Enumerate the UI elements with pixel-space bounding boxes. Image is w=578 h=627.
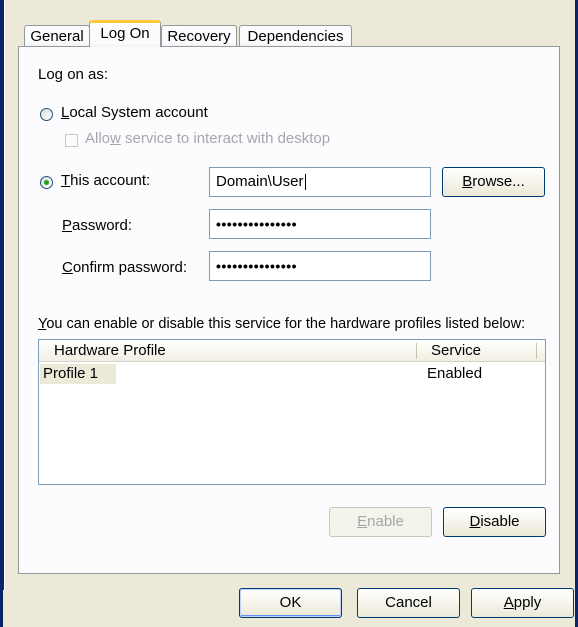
allow-interact-label[interactable]: Allow service to interact with desktop [85, 130, 330, 147]
password-input[interactable]: ••••••••••••••• [209, 209, 431, 239]
this-account-label[interactable]: This account: [61, 172, 150, 189]
allow-interact-post: service to interact with desktop [120, 130, 331, 147]
column-divider[interactable] [416, 343, 417, 359]
password-accel: P [62, 217, 73, 234]
hardware-profiles-text: ou can enable or disable this service fo… [46, 316, 526, 332]
text-caret [304, 174, 306, 191]
enable-text: nable [367, 513, 404, 530]
local-system-text: ocal System account [69, 104, 208, 121]
enable-button[interactable]: Enable [329, 507, 432, 537]
column-divider[interactable] [536, 343, 537, 359]
row-profile-name: Profile 1 [43, 365, 99, 382]
local-system-label[interactable]: Local System account [61, 104, 208, 121]
list-header: Hardware Profile Service [39, 340, 545, 362]
password-label: Password: [62, 217, 132, 234]
password-text: assword: [72, 217, 133, 234]
enable-accel: E [357, 513, 368, 530]
apply-button[interactable]: Apply [471, 588, 574, 618]
this-account-text: his account: [70, 172, 151, 189]
apply-accel: A [503, 594, 514, 611]
allow-interact-checkbox[interactable] [65, 134, 78, 147]
local-system-radio[interactable] [40, 108, 53, 121]
log-on-as-label: Log on as: [38, 66, 109, 83]
row-service-status: Enabled [427, 365, 483, 382]
cancel-button[interactable]: Cancel [357, 588, 460, 618]
browse-text: rowse... [472, 173, 525, 190]
allow-interact-pre: Allo [85, 130, 111, 147]
this-account-accel: T [61, 172, 71, 189]
hardware-profiles-list[interactable]: Hardware Profile Service Profile 1 Enabl… [38, 339, 546, 485]
account-input[interactable]: Domain\User [209, 167, 431, 197]
hardware-profiles-description: You can enable or disable this service f… [38, 316, 525, 332]
disable-button[interactable]: Disable [443, 507, 546, 537]
apply-text: pply [513, 594, 542, 611]
browse-button[interactable]: Browse... [442, 167, 545, 197]
disable-accel: D [469, 513, 481, 530]
confirm-password-accel: C [62, 259, 73, 276]
column-header-service[interactable]: Service [431, 342, 481, 359]
confirm-password-input[interactable]: ••••••••••••••• [209, 251, 431, 281]
column-header-hardware-profile[interactable]: Hardware Profile [54, 342, 166, 359]
confirm-password-text: onfirm password: [72, 259, 188, 276]
this-account-radio[interactable] [40, 176, 53, 189]
ok-button[interactable]: OK [239, 588, 342, 618]
account-input-value: Domain\User [216, 173, 304, 190]
disable-text: isable [480, 513, 520, 530]
browse-accel: B [462, 173, 473, 190]
confirm-password-label: Confirm password: [62, 259, 187, 276]
allow-interact-accel: w [110, 130, 121, 147]
